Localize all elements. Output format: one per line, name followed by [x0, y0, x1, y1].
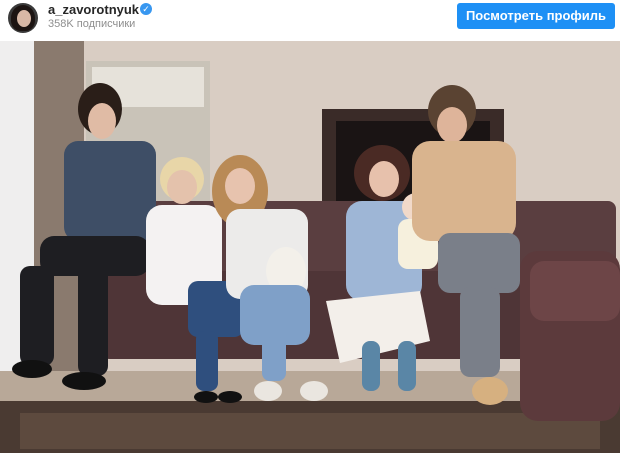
avatar[interactable]	[8, 3, 38, 33]
username[interactable]: a_zavorotnyuk	[48, 2, 139, 17]
armchair-arm	[530, 261, 620, 321]
verified-badge-icon: ✓	[140, 3, 152, 15]
post-header: a_zavorotnyuk ✓ 358K подписчики Посмотре…	[0, 0, 620, 41]
post-photo	[0, 41, 620, 453]
followers-count: 358K подписчики	[48, 18, 136, 30]
rug-pattern	[20, 413, 600, 449]
view-profile-button[interactable]: Посмотреть профиль	[457, 3, 615, 29]
avatar-face	[17, 10, 31, 27]
